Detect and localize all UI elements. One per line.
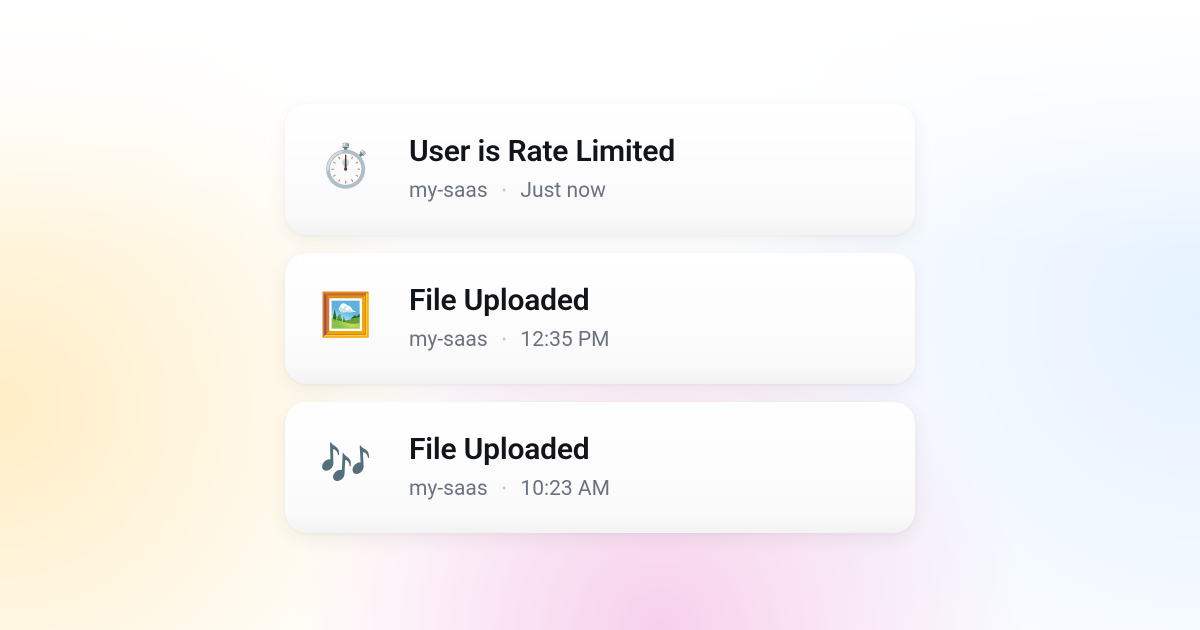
meta-separator: •	[502, 482, 507, 496]
event-title: File Uploaded	[409, 283, 879, 318]
event-card[interactable]: ⏱️ User is Rate Limited my-saas • Just n…	[285, 104, 915, 235]
event-project: my-saas	[409, 179, 488, 203]
event-time: 10:23 AM	[520, 477, 610, 501]
event-content: File Uploaded my-saas • 12:35 PM	[409, 283, 879, 352]
event-title: User is Rate Limited	[409, 134, 879, 169]
event-feed: ⏱️ User is Rate Limited my-saas • Just n…	[285, 104, 915, 533]
event-meta: my-saas • 10:23 AM	[409, 477, 879, 501]
event-card[interactable]: 🖼️ File Uploaded my-saas • 12:35 PM	[285, 253, 915, 384]
meta-separator: •	[502, 333, 507, 347]
meta-separator: •	[502, 184, 507, 198]
event-meta: my-saas • 12:35 PM	[409, 328, 879, 352]
stopwatch-icon: ⏱️	[321, 142, 371, 192]
event-time: Just now	[520, 179, 605, 203]
event-time: 12:35 PM	[520, 328, 609, 352]
event-project: my-saas	[409, 477, 488, 501]
event-card[interactable]: 🎶 File Uploaded my-saas • 10:23 AM	[285, 402, 915, 533]
picture-icon: 🖼️	[321, 291, 371, 341]
music-notes-icon: 🎶	[321, 440, 371, 490]
event-title: File Uploaded	[409, 432, 879, 467]
event-meta: my-saas • Just now	[409, 179, 879, 203]
event-content: File Uploaded my-saas • 10:23 AM	[409, 432, 879, 501]
event-project: my-saas	[409, 328, 488, 352]
event-content: User is Rate Limited my-saas • Just now	[409, 134, 879, 203]
